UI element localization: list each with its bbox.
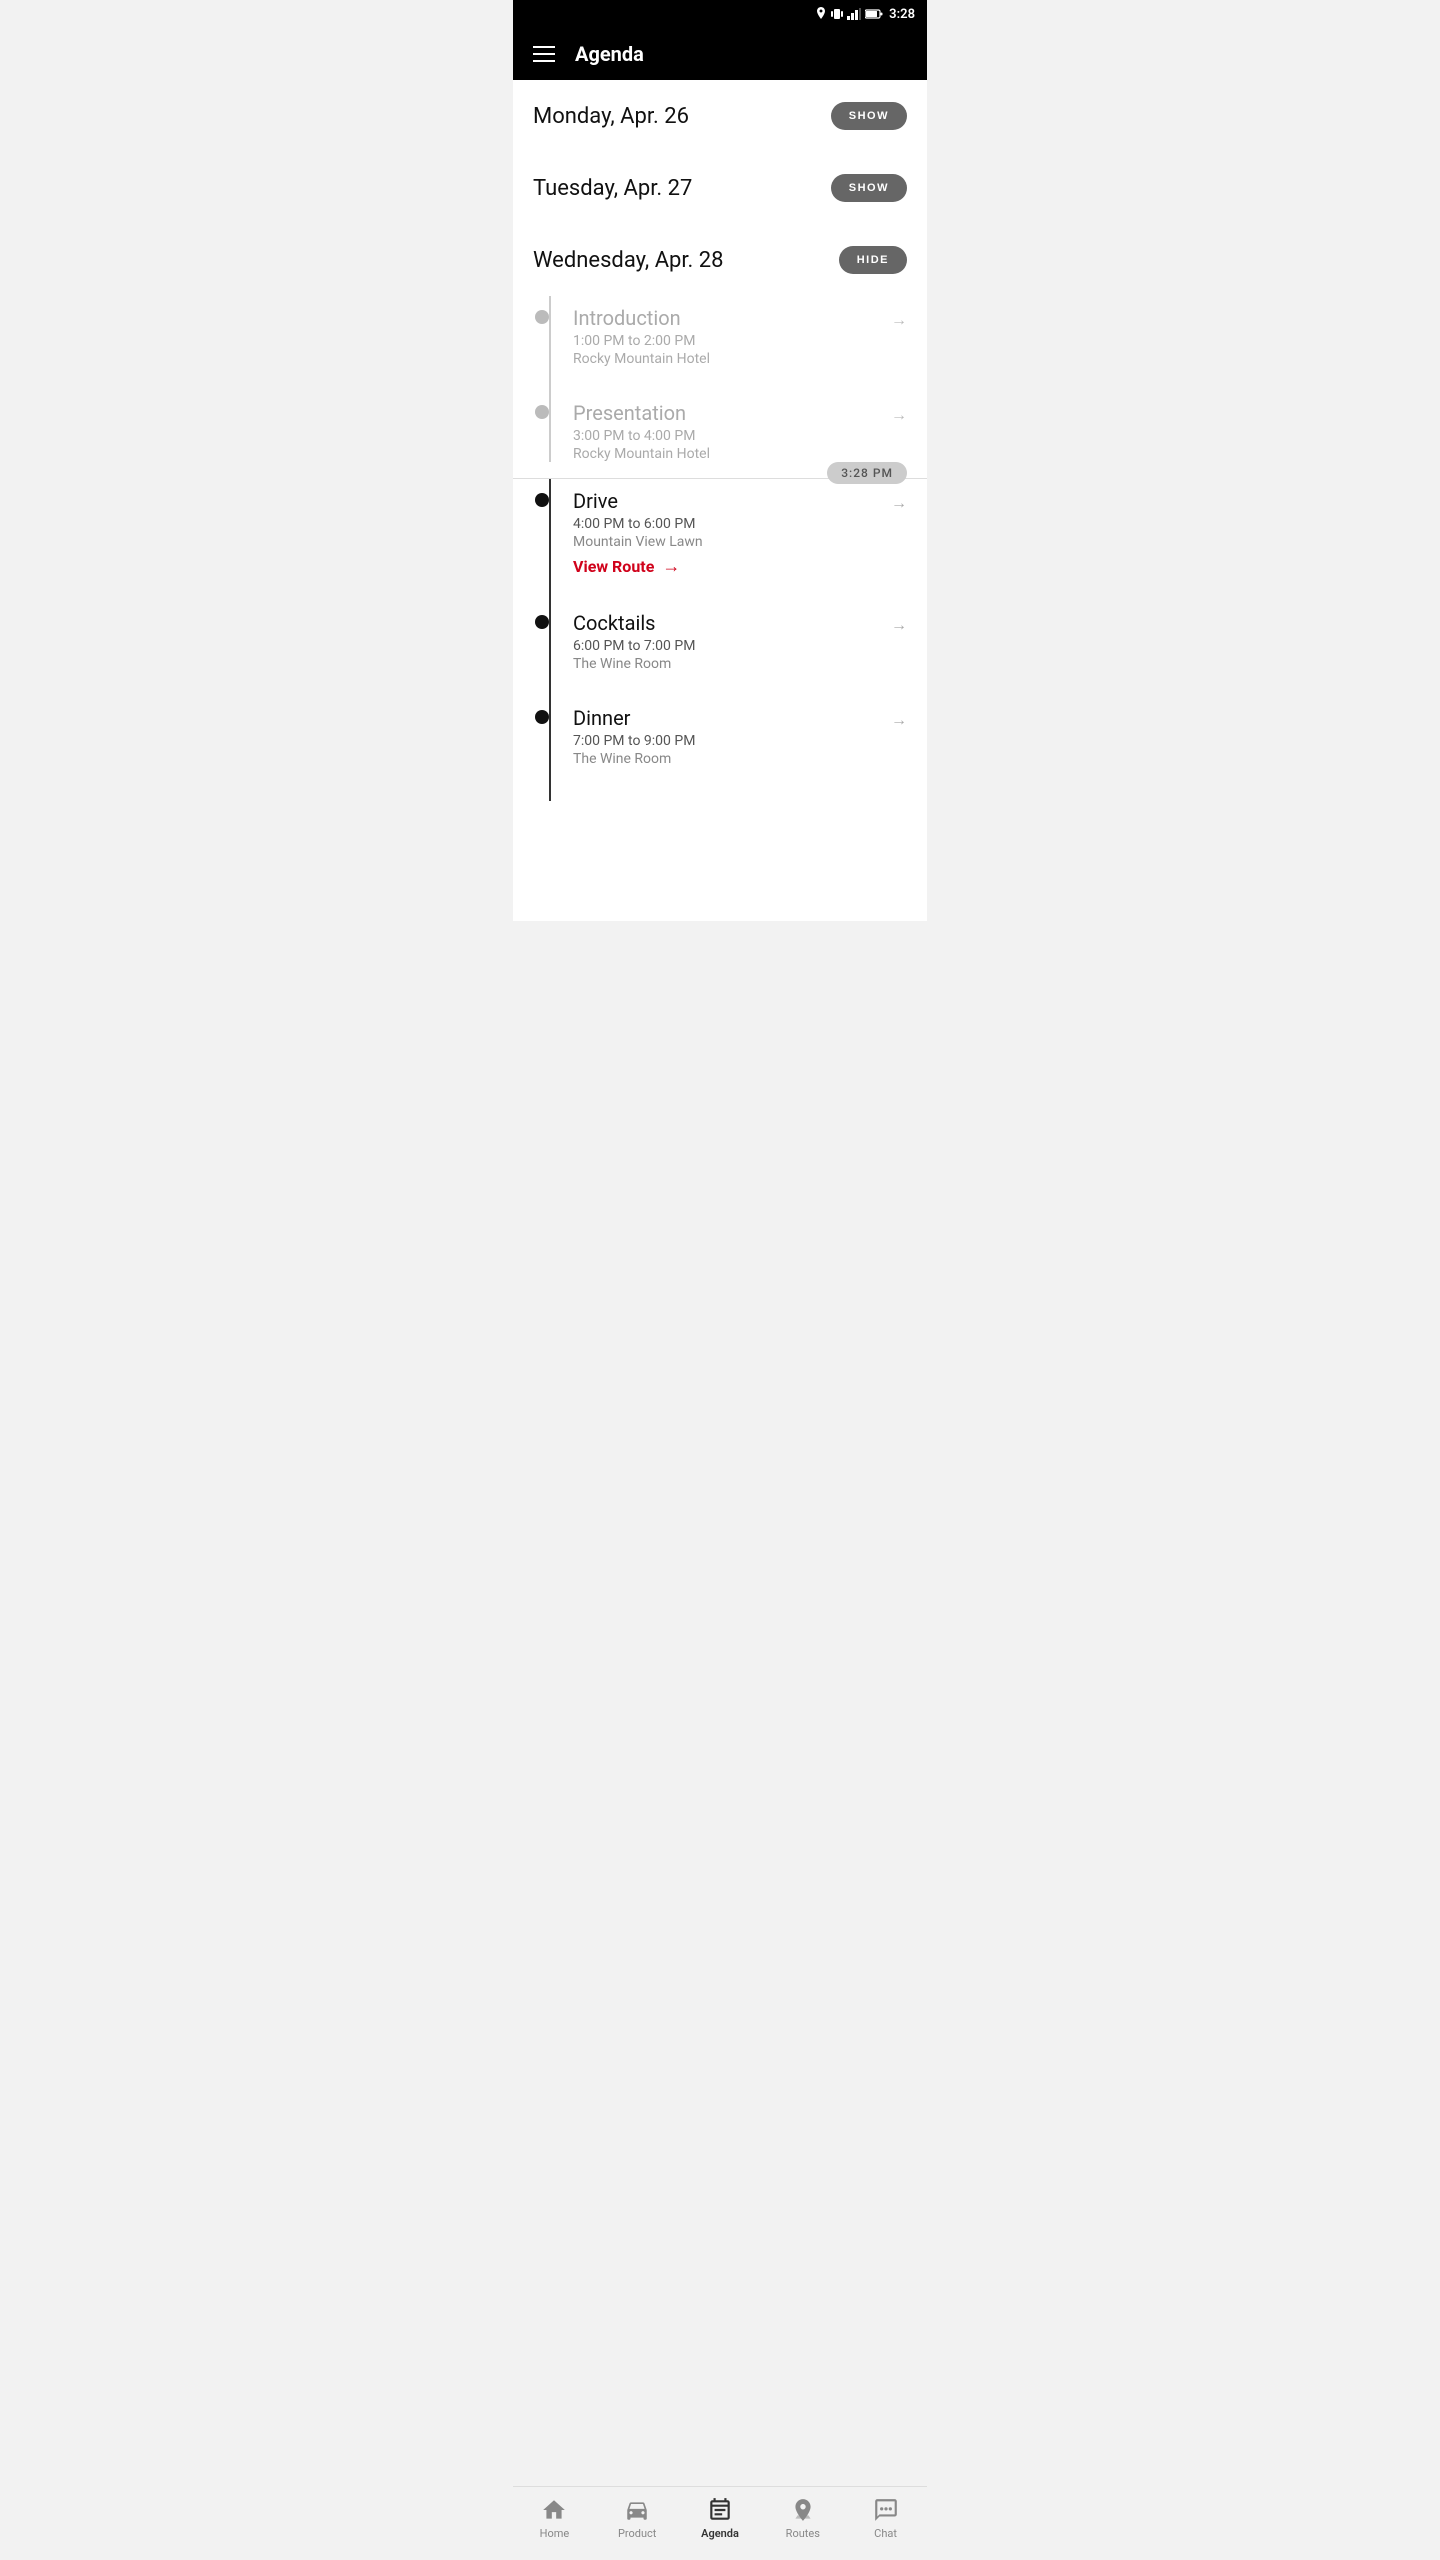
drive-time: 4:00 PM to 6:00 PM [573, 516, 907, 532]
home-icon [541, 2497, 567, 2523]
list-item[interactable]: Dinner 7:00 PM to 9:00 PM The Wine Room … [559, 696, 907, 791]
status-bar: 3:28 [513, 0, 927, 28]
page-title: Agenda [575, 42, 644, 66]
list-item[interactable]: Cocktails 6:00 PM to 7:00 PM The Wine Ro… [559, 601, 907, 696]
dinner-location: The Wine Room [573, 751, 907, 767]
battery-icon [865, 9, 883, 19]
signal-icon [847, 8, 861, 20]
drive-location: Mountain View Lawn [573, 534, 907, 550]
past-timeline-line [549, 296, 551, 462]
event-dot-drive [535, 493, 549, 507]
drive-title: Drive [573, 489, 907, 513]
view-route-label: View Route [573, 557, 654, 576]
past-events: Introduction 1:00 PM to 2:00 PM Rocky Mo… [513, 296, 927, 462]
dinner-time: 7:00 PM to 9:00 PM [573, 733, 907, 749]
event-dot-presentation [535, 405, 549, 419]
agenda-icon [707, 2497, 733, 2523]
introduction-time: 1:00 PM to 2:00 PM [573, 333, 907, 349]
event-dot-dinner [535, 710, 549, 724]
vibrate-icon [831, 7, 843, 21]
drive-arrow: → [891, 493, 907, 513]
introduction-arrow: → [891, 310, 907, 330]
dinner-arrow: → [891, 710, 907, 730]
wednesday-hide-button[interactable]: HIDE [839, 246, 907, 274]
event-dot-cocktails [535, 615, 549, 629]
view-route-button[interactable]: View Route → [573, 556, 907, 577]
monday-label: Monday, Apr. 26 [533, 104, 689, 129]
app-header: Agenda [513, 28, 927, 80]
nav-item-chat[interactable]: Chat [844, 2497, 927, 2540]
dinner-title: Dinner [573, 706, 907, 730]
wednesday-label: Wednesday, Apr. 28 [533, 248, 724, 273]
monday-show-button[interactable]: SHOW [831, 102, 907, 130]
nav-product-label: Product [618, 2527, 656, 2540]
menu-button[interactable] [533, 46, 555, 62]
presentation-time: 3:00 PM to 4:00 PM [573, 428, 907, 444]
nav-agenda-label: Agenda [701, 2527, 739, 2540]
list-item[interactable]: Presentation 3:00 PM to 4:00 PM Rocky Mo… [559, 391, 907, 462]
nav-chat-label: Chat [874, 2527, 897, 2540]
product-icon [624, 2497, 650, 2523]
nav-item-routes[interactable]: Routes [761, 2497, 844, 2540]
nav-item-product[interactable]: Product [596, 2497, 679, 2540]
current-time-badge: 3:28 PM [827, 462, 907, 484]
location-icon [815, 7, 827, 21]
agenda-content: Monday, Apr. 26 SHOW Tuesday, Apr. 27 SH… [513, 80, 927, 921]
tuesday-show-button[interactable]: SHOW [831, 174, 907, 202]
tuesday-row: Tuesday, Apr. 27 SHOW [513, 152, 927, 224]
cocktails-location: The Wine Room [573, 656, 907, 672]
view-route-arrow-icon: → [662, 556, 680, 577]
presentation-arrow: → [891, 405, 907, 425]
nav-home-label: Home [540, 2527, 570, 2540]
introduction-location: Rocky Mountain Hotel [573, 351, 907, 367]
nav-item-agenda[interactable]: Agenda [679, 2497, 762, 2540]
nav-routes-label: Routes [786, 2527, 820, 2540]
chat-icon [873, 2497, 899, 2523]
future-timeline-line [549, 479, 551, 801]
nav-item-home[interactable]: Home [513, 2497, 596, 2540]
cocktails-time: 6:00 PM to 7:00 PM [573, 638, 907, 654]
bottom-navigation: Home Product Agenda Routes Chat [513, 2486, 927, 2560]
tuesday-label: Tuesday, Apr. 27 [533, 176, 692, 201]
event-dot-introduction [535, 310, 549, 324]
list-item[interactable]: Drive 4:00 PM to 6:00 PM Mountain View L… [559, 479, 907, 601]
presentation-title: Presentation [573, 401, 907, 425]
status-time: 3:28 [889, 7, 915, 22]
future-events: Drive 4:00 PM to 6:00 PM Mountain View L… [513, 479, 927, 801]
cocktails-arrow: → [891, 615, 907, 635]
introduction-title: Introduction [573, 306, 907, 330]
wednesday-row: Wednesday, Apr. 28 HIDE [513, 224, 927, 296]
presentation-location: Rocky Mountain Hotel [573, 446, 907, 462]
routes-icon [790, 2497, 816, 2523]
list-item[interactable]: Introduction 1:00 PM to 2:00 PM Rocky Mo… [559, 296, 907, 391]
monday-row: Monday, Apr. 26 SHOW [513, 80, 927, 152]
cocktails-title: Cocktails [573, 611, 907, 635]
current-time-divider: 3:28 PM [513, 462, 927, 479]
